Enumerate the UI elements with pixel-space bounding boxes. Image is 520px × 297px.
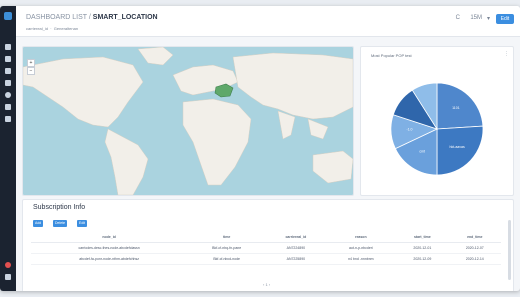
- pie-panel: Most Popular POP test ⋮ 1101 hkt-aavas cmt…: [360, 46, 514, 196]
- chart-icon[interactable]: [5, 68, 11, 74]
- edit-icon[interactable]: [5, 104, 11, 110]
- world-map[interactable]: [23, 47, 353, 195]
- search-icon[interactable]: [5, 80, 11, 86]
- table-cell: AN7224890: [266, 242, 326, 254]
- table-cell: 2020-12-01: [396, 242, 449, 254]
- table-header-row: node_id time carriereal_id reason start_…: [31, 232, 501, 243]
- breadcrumb-parent[interactable]: DASHBOARD LIST /: [26, 14, 91, 21]
- table-cell: 2020-12-09: [396, 253, 449, 265]
- column-header[interactable]: end_time: [448, 232, 501, 243]
- app-logo: [4, 12, 12, 20]
- sidebar: [0, 6, 16, 291]
- pie-slice[interactable]: [436, 125, 484, 176]
- table-cell: abcdef-fa-ponr-node-nthm-abdefchhsz: [31, 253, 188, 265]
- column-header[interactable]: carriereal_id: [266, 232, 326, 243]
- table-cell: Bkf-cf-nbcd-node: [187, 253, 267, 265]
- device-icon[interactable]: [5, 116, 11, 122]
- table-cell: carriodes-desc-thes-node-abcdefclassn: [31, 242, 188, 254]
- map-panel[interactable]: Map + −: [22, 46, 354, 196]
- column-header[interactable]: reason: [325, 232, 397, 243]
- subscription-title: Subscription Info: [33, 204, 86, 211]
- app-window: DASHBOARD LIST / SMART_LOCATION carriere…: [0, 6, 520, 291]
- home-icon[interactable]: [5, 44, 11, 50]
- filter-value[interactable]: Generaltenan: [54, 26, 78, 31]
- profile-icon[interactable]: [5, 274, 11, 280]
- table-cell: n4 bnd -nnnbnm: [325, 253, 397, 265]
- pie-slice-label: -1.0: [406, 128, 412, 132]
- edit-button[interactable]: Edit: [496, 14, 514, 24]
- table-row[interactable]: abcdef-fa-ponr-node-nthm-abdefchhsz Bkf-…: [31, 253, 501, 265]
- subscription-table: node_id time carriereal_id reason start_…: [31, 232, 501, 265]
- settings-icon[interactable]: [5, 92, 11, 98]
- user-icon[interactable]: [5, 56, 11, 62]
- table-cell: aut-n-p-nbcderi: [325, 242, 397, 254]
- pie-chart[interactable]: 1101 hkt-aavas cmt -1.0: [361, 47, 513, 195]
- delete-button[interactable]: Delete: [53, 220, 68, 227]
- zoom-out-button[interactable]: −: [27, 67, 35, 75]
- time-range-select[interactable]: 15M: [470, 15, 482, 21]
- pagination[interactable]: ‹ 1 ›: [263, 282, 270, 287]
- header: DASHBOARD LIST / SMART_LOCATION carriere…: [16, 6, 520, 37]
- refresh-button[interactable]: C: [456, 15, 460, 21]
- column-header[interactable]: start_time: [396, 232, 449, 243]
- pie-slice[interactable]: [436, 82, 484, 130]
- pie-slice-label: hkt-aavas: [450, 145, 465, 149]
- table-cell: Bkf-cf-nbq-fn-pane: [187, 242, 267, 254]
- add-button[interactable]: Add: [33, 220, 44, 227]
- table-cell: 2020-12-07: [448, 242, 501, 254]
- subscription-panel: Subscription Info Add Delete Edit node_i…: [22, 199, 514, 291]
- filter-bar[interactable]: carriereal_id · Generaltenan: [26, 26, 78, 31]
- zoom-in-button[interactable]: +: [27, 59, 35, 67]
- table-row[interactable]: carriodes-desc-thes-node-abcdefclassn Bk…: [31, 242, 501, 254]
- edit-row-button[interactable]: Edit: [77, 220, 88, 227]
- chevron-down-icon[interactable]: ▾: [487, 15, 490, 22]
- breadcrumb: DASHBOARD LIST / SMART_LOCATION: [26, 14, 158, 21]
- scrollbar[interactable]: [508, 220, 511, 280]
- notification-icon[interactable]: [5, 262, 11, 268]
- table-cell: AN7225890: [266, 253, 326, 265]
- page-title: SMART_LOCATION: [92, 14, 158, 21]
- column-header[interactable]: node_id: [31, 232, 188, 243]
- filter-label: carriereal_id: [26, 26, 49, 31]
- column-header[interactable]: time: [187, 232, 267, 243]
- pie-slice-label: cmt: [419, 149, 425, 153]
- pie-slice-label: 1101: [452, 106, 460, 110]
- table-cell: 2020-12-14: [448, 253, 501, 265]
